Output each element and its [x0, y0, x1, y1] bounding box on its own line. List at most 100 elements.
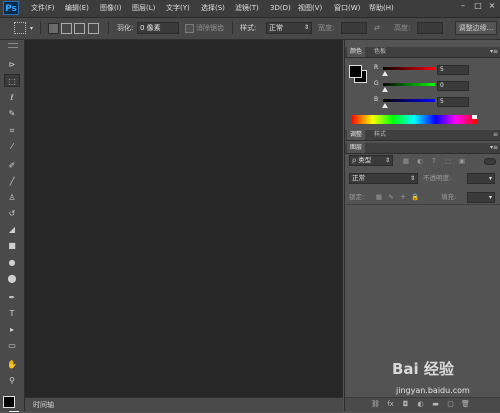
menu-select[interactable]: 选择(S) — [201, 0, 225, 17]
filter-toggle-switch[interactable] — [484, 158, 496, 165]
filter-adjustment-icon[interactable]: ◐ — [416, 157, 424, 165]
menu-edit[interactable]: 编辑(E) — [65, 0, 89, 17]
filter-smart-object-icon[interactable]: ▣ — [458, 157, 466, 165]
tab-swatches[interactable]: 色板 — [371, 47, 389, 57]
blur-tool-icon[interactable]: ● — [4, 256, 20, 269]
add-selection-icon[interactable] — [61, 23, 72, 34]
lasso-tool-icon[interactable]: ℓ — [4, 91, 20, 104]
opacity-input[interactable]: ▾ — [467, 173, 495, 184]
style-select-value: 正常 — [269, 24, 283, 32]
swap-width-height-icon[interactable]: ⇄ — [374, 18, 380, 39]
clone-stamp-tool-icon[interactable]: ♙ — [4, 191, 20, 204]
lock-all-icon[interactable]: 🔒 — [411, 193, 419, 201]
timeline-tab[interactable]: 时间轴 — [33, 400, 54, 411]
panel-menu-icon[interactable]: ▾≡ — [490, 48, 498, 56]
right-panel-dock: 颜色 色板 ▾≡ R 5 G 0 B 5 调整 样式 ≡ 图层 ▾≡ ρ 类型 … — [344, 40, 500, 412]
tab-adjustments[interactable]: 调整 — [347, 130, 366, 140]
blue-slider[interactable] — [383, 99, 435, 102]
tab-color[interactable]: 颜色 — [347, 47, 366, 57]
gradient-tool-icon[interactable]: ■ — [4, 239, 20, 252]
history-brush-tool-icon[interactable]: ↺ — [4, 207, 20, 220]
eyedropper-tool-icon[interactable]: ⁄ — [4, 140, 20, 153]
tab-layers[interactable]: 图层 — [347, 143, 366, 153]
minimize-icon[interactable]: – — [457, 0, 469, 12]
blue-slider-thumb[interactable] — [382, 103, 388, 108]
add-layer-style-icon[interactable]: fx — [386, 400, 395, 409]
crop-tool-icon[interactable]: ⌗ — [4, 124, 20, 137]
photoshop-logo: Ps — [3, 1, 19, 15]
green-slider-thumb[interactable] — [382, 87, 388, 92]
menu-type[interactable]: 文字(Y) — [166, 0, 190, 17]
new-group-icon[interactable]: ▬ — [431, 400, 440, 409]
baidu-jingyan-watermark: Bai 经验 — [392, 360, 454, 378]
antialias-checkbox[interactable] — [185, 24, 194, 33]
fill-input[interactable]: ▾ — [467, 192, 495, 203]
style-select[interactable]: 正常 ⇕ — [266, 22, 312, 34]
document-canvas-area[interactable] — [25, 40, 343, 397]
red-value-field[interactable]: 5 — [437, 65, 469, 75]
rectangular-marquee-tool-icon[interactable]: ⬚ — [4, 74, 20, 87]
menu-layer[interactable]: 图层(L) — [132, 0, 155, 17]
marquee-tool-icon[interactable] — [14, 22, 26, 34]
menu-window[interactable]: 窗口(W) — [334, 0, 360, 17]
new-selection-icon[interactable] — [48, 23, 59, 34]
width-input[interactable] — [341, 22, 367, 34]
close-icon[interactable]: × — [486, 0, 498, 12]
toolbox-grip[interactable] — [8, 43, 18, 48]
hand-tool-icon[interactable]: ✋ — [4, 358, 20, 371]
menu-filter[interactable]: 滤镜(T) — [235, 0, 259, 17]
refine-edge-button[interactable]: 调整边缘... — [455, 21, 497, 35]
quick-selection-tool-icon[interactable]: ✎ — [4, 107, 20, 120]
fill-label: 填充: — [441, 193, 457, 201]
link-layers-icon[interactable]: ⛓ — [371, 400, 380, 409]
zoom-tool-icon[interactable]: ⚲ — [4, 374, 20, 387]
height-input[interactable] — [417, 22, 443, 34]
rectangle-tool-icon[interactable]: ▭ — [4, 339, 20, 352]
filter-type-icon[interactable]: T — [430, 157, 438, 165]
add-mask-icon[interactable]: ◘ — [401, 400, 410, 409]
panel-menu-icon[interactable]: ▾≡ — [490, 144, 498, 152]
red-slider-thumb[interactable] — [382, 71, 388, 76]
menu-view[interactable]: 视图(V) — [298, 0, 322, 17]
feather-input[interactable]: 0 像素 — [137, 22, 179, 34]
new-adjustment-layer-icon[interactable]: ◐ — [416, 400, 425, 409]
new-layer-icon[interactable]: ▢ — [446, 400, 455, 409]
blue-value-field[interactable]: 5 — [437, 97, 469, 107]
brush-tool-icon[interactable]: ╱ — [4, 175, 20, 188]
tab-styles[interactable]: 样式 — [371, 130, 389, 140]
white-swatch[interactable] — [472, 115, 477, 119]
lock-image-pixels-icon[interactable]: ✎ — [387, 193, 395, 201]
foreground-color-swatch[interactable] — [3, 396, 15, 408]
move-tool-icon[interactable]: ⊳ — [4, 58, 20, 71]
green-slider[interactable] — [383, 83, 435, 86]
toolbox: ⊳ ⬚ ℓ ✎ ⌗ ⁄ ✐ ╱ ♙ ↺ ◢ ■ ● ⬤ ✒ T ▸ ▭ ✋ ⚲ — [0, 40, 25, 413]
foreground-color-swatch[interactable] — [349, 65, 362, 78]
tool-preset-chevron-icon[interactable]: ▾ — [30, 18, 33, 39]
pen-tool-icon[interactable]: ✒ — [4, 291, 20, 304]
eraser-tool-icon[interactable]: ◢ — [4, 223, 20, 236]
lock-position-icon[interactable]: ✛ — [399, 193, 407, 201]
blend-mode-select[interactable]: 正常 ⇕ — [349, 173, 418, 184]
type-tool-icon[interactable]: T — [4, 307, 20, 320]
menu-3d[interactable]: 3D(D) — [270, 0, 291, 17]
delete-layer-icon[interactable]: 🗑 — [461, 400, 470, 409]
height-label: 高度: — [394, 24, 411, 32]
subtract-selection-icon[interactable] — [74, 23, 85, 34]
panel-menu-icon[interactable]: ≡ — [493, 131, 498, 139]
path-selection-tool-icon[interactable]: ▸ — [4, 323, 20, 336]
menu-file[interactable]: 文件(F) — [31, 0, 55, 17]
maximize-icon[interactable]: □ — [472, 0, 484, 12]
filter-shape-icon[interactable]: ⬚ — [444, 157, 452, 165]
spot-healing-brush-icon[interactable]: ✐ — [4, 159, 20, 172]
filter-pixel-icon[interactable]: ▦ — [402, 157, 410, 165]
layers-footer-toolbar: ⛓ fx ◘ ◐ ▬ ▢ 🗑 — [345, 397, 500, 412]
lock-transparent-pixels-icon[interactable]: ▦ — [375, 193, 383, 201]
green-value-field[interactable]: 0 — [437, 81, 469, 91]
red-slider[interactable] — [383, 67, 435, 70]
dodge-tool-icon[interactable]: ⬤ — [4, 272, 20, 285]
menu-help[interactable]: 帮助(H) — [369, 0, 394, 17]
intersect-selection-icon[interactable] — [88, 23, 99, 34]
layer-filter-select[interactable]: ρ 类型 ⇕ — [349, 155, 393, 166]
menu-image[interactable]: 图像(I) — [100, 0, 122, 17]
color-spectrum-ramp[interactable] — [351, 115, 477, 124]
